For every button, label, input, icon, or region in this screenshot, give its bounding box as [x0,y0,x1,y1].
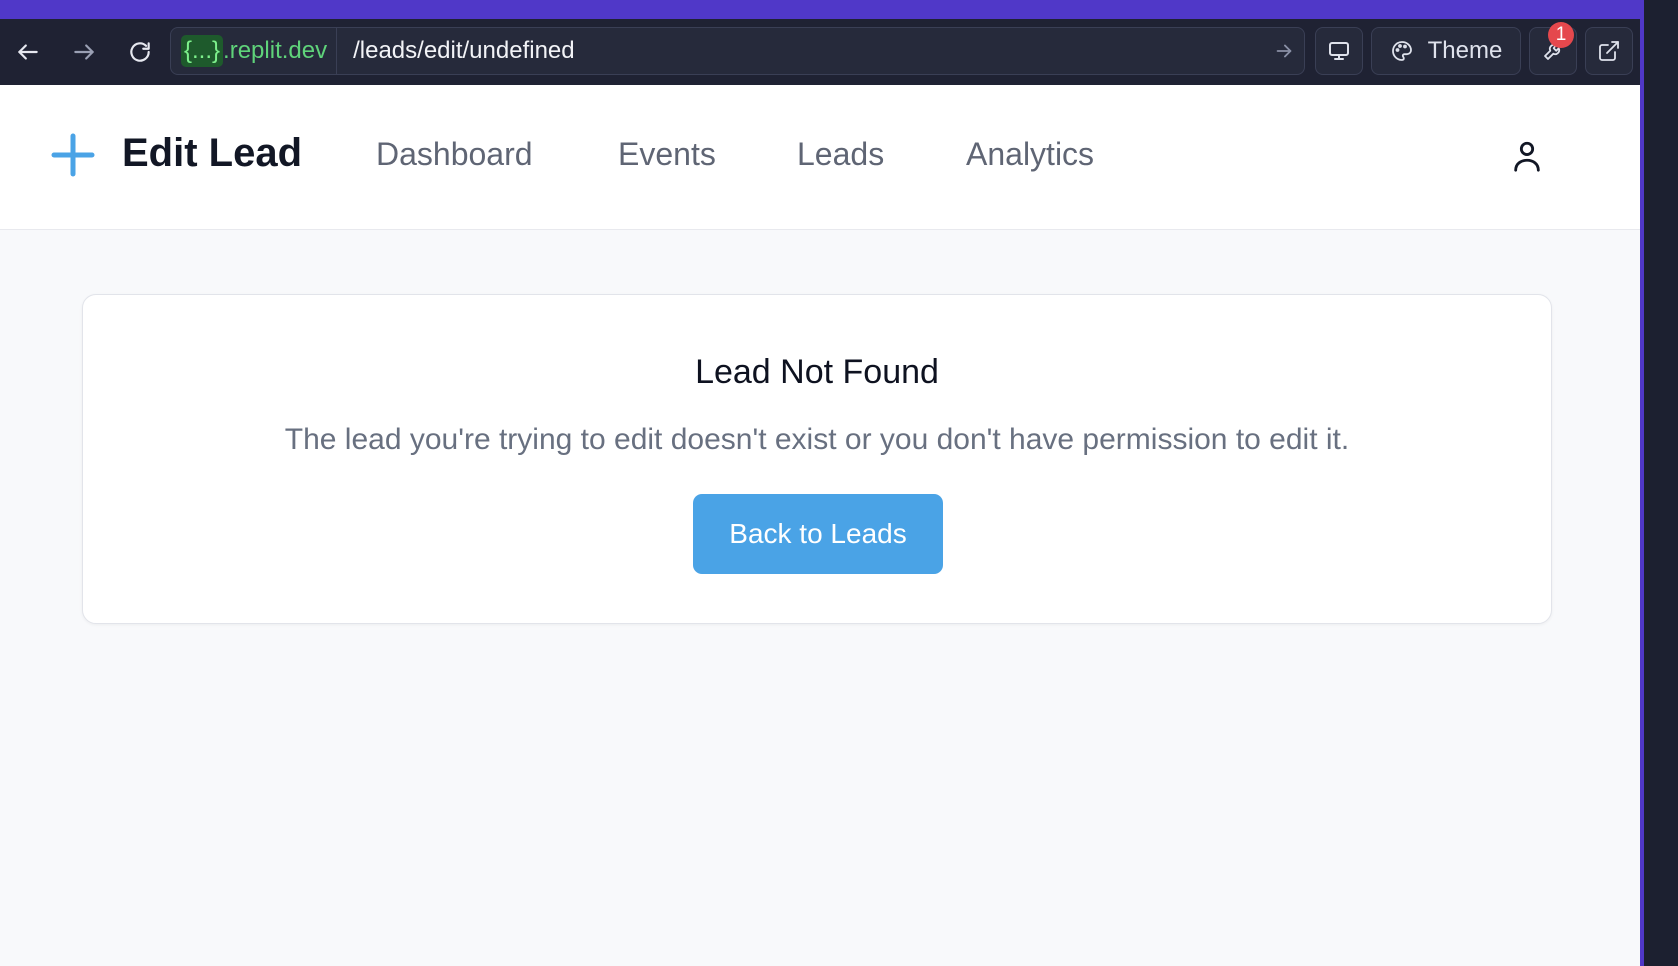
user-icon[interactable] [1510,139,1544,173]
nav-analytics[interactable]: Analytics [966,136,1094,173]
nav-dashboard[interactable]: Dashboard [376,136,533,173]
url-host-tag: {...} [181,35,224,67]
app-header: Edit Lead Dashboard Events Leads Analyti… [0,85,1640,230]
theme-label: Theme [1427,37,1503,64]
palette-icon [1391,41,1412,61]
notification-badge: 1 [1548,22,1574,48]
back-to-leads-button[interactable]: Back to Leads [693,494,943,574]
back-arrow-icon[interactable] [0,19,56,85]
page-title: Edit Lead [122,131,303,175]
window-accent-bar [0,0,1640,19]
device-preview-button[interactable] [1315,27,1363,75]
browser-toolbar: {...} .replit.dev /leads/edit/undefined T… [0,19,1640,85]
card-message: The lead you're trying to edit doesn't e… [284,423,1350,456]
screen: {...} .replit.dev /leads/edit/undefined T… [0,0,1678,966]
app-viewport: Edit Lead Dashboard Events Leads Analyti… [0,85,1640,966]
card-title: Lead Not Found [695,353,939,391]
open-new-tab-button[interactable] [1585,27,1633,75]
go-arrow-icon[interactable] [1264,40,1304,62]
external-link-icon [1599,41,1619,61]
devtools-button[interactable]: 1 [1529,22,1577,75]
url-host: {...} .replit.dev [171,28,338,74]
reload-icon[interactable] [112,19,168,85]
side-panel-edge [1640,0,1678,966]
theme-button[interactable]: Theme [1371,27,1521,75]
nav-events[interactable]: Events [618,136,716,173]
side-panel-divider [1640,0,1644,966]
url-host-domain: .replit.dev [223,37,328,64]
url-bar[interactable]: {...} .replit.dev /leads/edit/undefined [170,27,1305,75]
monitor-icon [1329,42,1349,60]
plus-icon [51,133,95,177]
forward-arrow-icon[interactable] [56,19,112,85]
url-path[interactable]: /leads/edit/undefined [337,37,1264,65]
nav-leads[interactable]: Leads [797,136,884,173]
not-found-card: Lead Not Found The lead you're trying to… [82,294,1552,624]
